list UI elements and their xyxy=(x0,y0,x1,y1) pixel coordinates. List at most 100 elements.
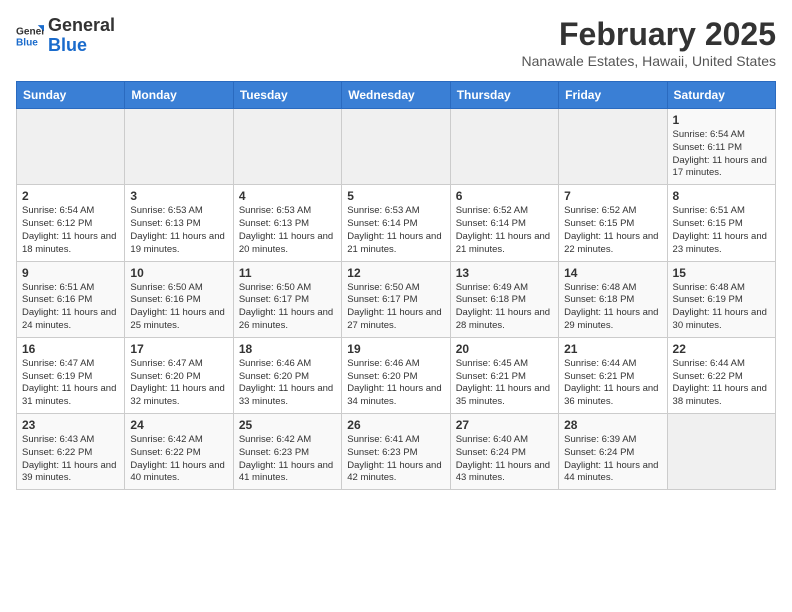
day-info: Sunrise: 6:47 AMSunset: 6:19 PMDaylight:… xyxy=(22,358,119,409)
day-info: Sunrise: 6:53 AMSunset: 6:14 PMDaylight:… xyxy=(347,205,444,256)
calendar-cell: 5Sunrise: 6:53 AMSunset: 6:14 PMDaylight… xyxy=(342,185,450,261)
day-number: 6 xyxy=(456,189,553,203)
day-info: Sunrise: 6:44 AMSunset: 6:21 PMDaylight:… xyxy=(564,358,661,409)
calendar-cell xyxy=(667,414,775,490)
day-number: 22 xyxy=(673,342,770,356)
title-block: February 2025 Nanawale Estates, Hawaii, … xyxy=(522,16,776,69)
calendar-cell: 22 Sunrise: 6:44 AMSunset: 6:22 PMDayligh… xyxy=(667,337,775,413)
calendar-cell xyxy=(559,109,667,185)
day-number: 9 xyxy=(22,266,119,280)
calendar-week-row: 16Sunrise: 6:47 AMSunset: 6:19 PMDayligh… xyxy=(17,337,776,413)
day-info: Sunrise: 6:51 AMSunset: 6:16 PMDaylight:… xyxy=(22,282,119,333)
calendar-week-row: 23 Sunrise: 6:43 AMSunset: 6:22 PMDayligh… xyxy=(17,414,776,490)
calendar-cell: 14 Sunrise: 6:48 AMSunset: 6:18 PMDayligh… xyxy=(559,261,667,337)
calendar-cell xyxy=(450,109,558,185)
day-number: 17 xyxy=(130,342,227,356)
svg-text:Blue: Blue xyxy=(16,37,38,48)
calendar-cell: 26 Sunrise: 6:41 AMSunset: 6:23 PMDayligh… xyxy=(342,414,450,490)
day-info: Sunrise: 6:51 AMSunset: 6:15 PMDaylight:… xyxy=(673,205,770,256)
day-number: 20 xyxy=(456,342,553,356)
calendar-week-row: 1 Sunrise: 6:54 AMSunset: 6:11 PMDaylight… xyxy=(17,109,776,185)
weekday-header-row: SundayMondayTuesdayWednesdayThursdayFrid… xyxy=(17,82,776,109)
day-number: 25 xyxy=(239,418,336,432)
day-info: Sunrise: 6:45 AMSunset: 6:21 PMDaylight:… xyxy=(456,358,553,409)
day-info: Sunrise: 6:50 AMSunset: 6:16 PMDaylight:… xyxy=(130,282,227,333)
day-info: Sunrise: 6:48 AMSunset: 6:19 PMDaylight:… xyxy=(673,282,770,333)
day-number: 10 xyxy=(130,266,227,280)
calendar-cell: 16Sunrise: 6:47 AMSunset: 6:19 PMDayligh… xyxy=(17,337,125,413)
calendar-cell xyxy=(17,109,125,185)
day-info: Sunrise: 6:52 AMSunset: 6:14 PMDaylight:… xyxy=(456,205,553,256)
calendar-cell: 23 Sunrise: 6:43 AMSunset: 6:22 PMDayligh… xyxy=(17,414,125,490)
calendar-cell: 21 Sunrise: 6:44 AMSunset: 6:21 PMDayligh… xyxy=(559,337,667,413)
calendar-table: SundayMondayTuesdayWednesdayThursdayFrid… xyxy=(16,81,776,490)
weekday-header: Monday xyxy=(125,82,233,109)
weekday-header: Wednesday xyxy=(342,82,450,109)
day-info: Sunrise: 6:54 AMSunset: 6:11 PMDaylight:… xyxy=(673,129,770,180)
day-info: Sunrise: 6:44 AMSunset: 6:22 PMDaylight:… xyxy=(673,358,770,409)
calendar-week-row: 2Sunrise: 6:54 AMSunset: 6:12 PMDaylight… xyxy=(17,185,776,261)
weekday-header: Tuesday xyxy=(233,82,341,109)
calendar-subtitle: Nanawale Estates, Hawaii, United States xyxy=(522,53,776,69)
logo-icon: General Blue xyxy=(16,22,44,50)
page-header: General Blue General Blue February 2025 … xyxy=(16,16,776,69)
calendar-cell xyxy=(233,109,341,185)
calendar-title: February 2025 xyxy=(522,16,776,53)
day-info: Sunrise: 6:50 AMSunset: 6:17 PMDaylight:… xyxy=(347,282,444,333)
day-number: 12 xyxy=(347,266,444,280)
day-info: Sunrise: 6:43 AMSunset: 6:22 PMDaylight:… xyxy=(22,434,119,485)
day-info: Sunrise: 6:46 AMSunset: 6:20 PMDaylight:… xyxy=(239,358,336,409)
calendar-cell: 11Sunrise: 6:50 AMSunset: 6:17 PMDayligh… xyxy=(233,261,341,337)
day-number: 11 xyxy=(239,266,336,280)
calendar-cell: 28Sunrise: 6:39 AMSunset: 6:24 PMDayligh… xyxy=(559,414,667,490)
day-number: 7 xyxy=(564,189,661,203)
day-number: 26 xyxy=(347,418,444,432)
day-number: 18 xyxy=(239,342,336,356)
calendar-cell: 25Sunrise: 6:42 AMSunset: 6:23 PMDayligh… xyxy=(233,414,341,490)
day-number: 3 xyxy=(130,189,227,203)
day-info: Sunrise: 6:40 AMSunset: 6:24 PMDaylight:… xyxy=(456,434,553,485)
weekday-header: Friday xyxy=(559,82,667,109)
calendar-cell: 12 Sunrise: 6:50 AMSunset: 6:17 PMDayligh… xyxy=(342,261,450,337)
day-number: 15 xyxy=(673,266,770,280)
calendar-cell: 24 Sunrise: 6:42 AMSunset: 6:22 PMDayligh… xyxy=(125,414,233,490)
day-info: Sunrise: 6:46 AMSunset: 6:20 PMDaylight:… xyxy=(347,358,444,409)
calendar-cell xyxy=(125,109,233,185)
calendar-cell: 6 Sunrise: 6:52 AMSunset: 6:14 PMDaylight… xyxy=(450,185,558,261)
calendar-cell: 19 Sunrise: 6:46 AMSunset: 6:20 PMDayligh… xyxy=(342,337,450,413)
weekday-header: Sunday xyxy=(17,82,125,109)
day-info: Sunrise: 6:41 AMSunset: 6:23 PMDaylight:… xyxy=(347,434,444,485)
calendar-cell: 9 Sunrise: 6:51 AMSunset: 6:16 PMDaylight… xyxy=(17,261,125,337)
day-number: 23 xyxy=(22,418,119,432)
calendar-cell: 13 Sunrise: 6:49 AMSunset: 6:18 PMDayligh… xyxy=(450,261,558,337)
calendar-week-row: 9 Sunrise: 6:51 AMSunset: 6:16 PMDaylight… xyxy=(17,261,776,337)
weekday-header: Saturday xyxy=(667,82,775,109)
day-info: Sunrise: 6:42 AMSunset: 6:22 PMDaylight:… xyxy=(130,434,227,485)
day-info: Sunrise: 6:53 AMSunset: 6:13 PMDaylight:… xyxy=(239,205,336,256)
calendar-cell: 7 Sunrise: 6:52 AMSunset: 6:15 PMDaylight… xyxy=(559,185,667,261)
day-info: Sunrise: 6:49 AMSunset: 6:18 PMDaylight:… xyxy=(456,282,553,333)
calendar-cell: 2Sunrise: 6:54 AMSunset: 6:12 PMDaylight… xyxy=(17,185,125,261)
day-info: Sunrise: 6:39 AMSunset: 6:24 PMDaylight:… xyxy=(564,434,661,485)
day-number: 1 xyxy=(673,113,770,127)
day-number: 13 xyxy=(456,266,553,280)
logo: General Blue General Blue xyxy=(16,16,115,56)
calendar-cell: 20 Sunrise: 6:45 AMSunset: 6:21 PMDayligh… xyxy=(450,337,558,413)
day-number: 19 xyxy=(347,342,444,356)
calendar-cell: 1 Sunrise: 6:54 AMSunset: 6:11 PMDaylight… xyxy=(667,109,775,185)
calendar-cell: 10 Sunrise: 6:50 AMSunset: 6:16 PMDayligh… xyxy=(125,261,233,337)
day-number: 8 xyxy=(673,189,770,203)
calendar-cell: 17 Sunrise: 6:47 AMSunset: 6:20 PMDayligh… xyxy=(125,337,233,413)
logo-general-text: General xyxy=(48,15,115,35)
day-info: Sunrise: 6:48 AMSunset: 6:18 PMDaylight:… xyxy=(564,282,661,333)
day-info: Sunrise: 6:47 AMSunset: 6:20 PMDaylight:… xyxy=(130,358,227,409)
calendar-cell: 8 Sunrise: 6:51 AMSunset: 6:15 PMDaylight… xyxy=(667,185,775,261)
calendar-cell: 15 Sunrise: 6:48 AMSunset: 6:19 PMDayligh… xyxy=(667,261,775,337)
day-number: 21 xyxy=(564,342,661,356)
day-info: Sunrise: 6:52 AMSunset: 6:15 PMDaylight:… xyxy=(564,205,661,256)
day-number: 27 xyxy=(456,418,553,432)
day-number: 24 xyxy=(130,418,227,432)
calendar-cell xyxy=(342,109,450,185)
day-number: 14 xyxy=(564,266,661,280)
calendar-cell: 3Sunrise: 6:53 AMSunset: 6:13 PMDaylight… xyxy=(125,185,233,261)
